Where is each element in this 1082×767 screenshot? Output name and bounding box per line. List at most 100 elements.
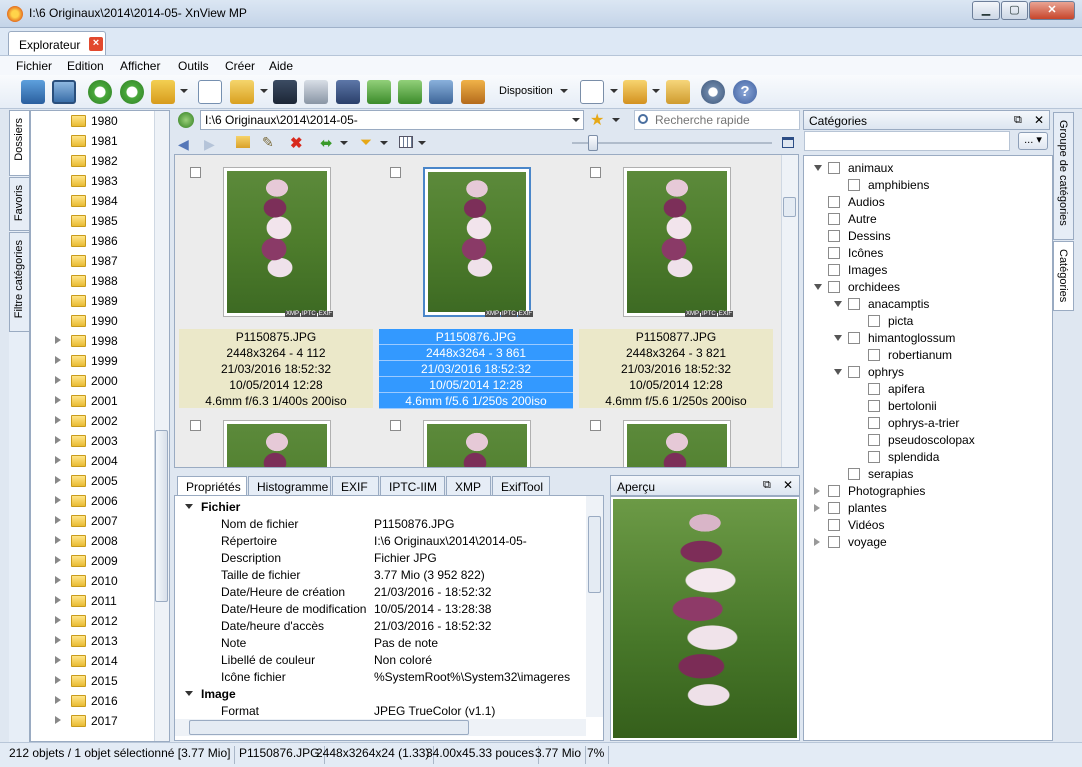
thumbnail-item[interactable]: XMP IPTC EXIF P1150876.JPG 2448x3264 - 3 861… [376, 155, 576, 467]
tab-filtre-categories[interactable]: Filtre catégories [9, 232, 30, 332]
folder-item[interactable]: 1987 [31, 251, 156, 271]
camera-icon[interactable] [429, 80, 453, 104]
category-item[interactable]: picta [868, 312, 1038, 329]
property-row[interactable]: Icône fichier %SystemRoot%\System32\image… [175, 668, 587, 685]
quick-search-input[interactable] [634, 110, 800, 130]
close-panel-icon[interactable]: ✕ [783, 478, 793, 492]
expand-arrow-icon[interactable] [55, 436, 61, 444]
folder-item[interactable]: 1980 [31, 111, 156, 131]
thumbnail-image[interactable] [623, 167, 731, 317]
property-row[interactable]: Taille de fichier 3.77 Mio (3 952 822) [175, 566, 587, 583]
sort-icon[interactable]: ⬌ [320, 134, 333, 152]
float-panel-icon[interactable]: ⧉ [763, 479, 771, 492]
category-item[interactable]: apifera [868, 380, 1038, 397]
menu-edition[interactable]: Edition [67, 59, 104, 73]
chevron-down-icon[interactable] [572, 118, 580, 122]
tab-categories[interactable]: Catégories [1053, 241, 1074, 311]
folder-item[interactable]: 2003 [31, 431, 156, 451]
category-item[interactable]: Dessins [828, 227, 1038, 244]
maximize-view-icon[interactable] [782, 137, 794, 148]
tab-dossiers[interactable]: Dossiers [9, 110, 30, 176]
folder-item[interactable]: 2006 [31, 491, 156, 511]
path-input[interactable] [200, 110, 584, 130]
category-item[interactable]: Photographies [814, 482, 1038, 499]
move-image-icon[interactable] [151, 80, 175, 104]
folder-item[interactable]: 1986 [31, 231, 156, 251]
folder-item[interactable]: 2009 [31, 551, 156, 571]
category-checkbox[interactable] [828, 162, 840, 174]
folder-item[interactable]: 1985 [31, 211, 156, 231]
export-folder-icon[interactable] [230, 80, 254, 104]
menu-fichier[interactable]: Fichier [16, 59, 52, 73]
property-section[interactable]: Fichier [175, 498, 587, 515]
expand-arrow-icon[interactable] [55, 476, 61, 484]
category-checkbox[interactable] [828, 213, 840, 225]
thumbnail-checkbox[interactable] [390, 167, 401, 178]
expand-arrow-icon[interactable] [55, 396, 61, 404]
property-row[interactable]: Libellé de couleur Non coloré [175, 651, 587, 668]
category-checkbox[interactable] [848, 179, 860, 191]
folder-item[interactable]: 2010 [31, 571, 156, 591]
properties-hscroll-thumb[interactable] [189, 720, 469, 735]
expand-arrow-icon[interactable] [55, 616, 61, 624]
collapse-arrow-icon[interactable] [834, 369, 842, 375]
tab-favoris[interactable]: Favoris [9, 177, 30, 231]
collapse-arrow-icon[interactable] [185, 504, 193, 509]
category-item[interactable]: anacamptis [834, 295, 1038, 312]
thumbnail-image[interactable] [423, 167, 531, 317]
folder-item[interactable]: 1981 [31, 131, 156, 151]
category-item[interactable]: plantes [814, 499, 1038, 516]
property-row[interactable]: Date/Heure de création 21/03/2016 - 18:52… [175, 583, 587, 600]
tab-exif[interactable]: EXIF [332, 476, 379, 496]
category-checkbox[interactable] [828, 264, 840, 276]
help-icon[interactable]: ? [733, 80, 757, 104]
folder-item[interactable]: 2015 [31, 671, 156, 691]
chevron-down-icon[interactable] [340, 141, 348, 145]
folder-item[interactable]: 2014 [31, 651, 156, 671]
category-checkbox[interactable] [868, 349, 880, 361]
chevron-down-icon[interactable] [180, 89, 188, 93]
folder-item[interactable]: 2008 [31, 531, 156, 551]
batch-icon[interactable] [398, 80, 422, 104]
thumbnail-image[interactable] [423, 420, 531, 467]
category-checkbox[interactable] [828, 536, 840, 548]
category-checkbox[interactable] [868, 400, 880, 412]
category-checkbox[interactable] [848, 366, 860, 378]
close-window-button[interactable]: ✕ [1029, 1, 1075, 20]
rotate-right-icon[interactable] [120, 80, 144, 104]
expand-arrow-icon[interactable] [814, 504, 820, 512]
close-tab-icon[interactable]: × [89, 37, 103, 51]
tab-xmp[interactable]: XMP [446, 476, 491, 496]
chevron-down-icon[interactable] [260, 89, 268, 93]
forward-arrow-icon[interactable]: ▶ [204, 136, 215, 153]
category-checkbox[interactable] [848, 298, 860, 310]
thumbnail-item[interactable]: XMP IPTC EXIF P1150875.JPG 2448x3264 - 4 112… [176, 155, 376, 467]
category-item[interactable]: Images [828, 261, 1038, 278]
category-item[interactable]: orchidees [814, 278, 1038, 295]
collapse-arrow-icon[interactable] [814, 284, 822, 290]
tab-histogramme[interactable]: Histogramme [248, 476, 331, 496]
scan-icon[interactable] [336, 80, 360, 104]
expand-arrow-icon[interactable] [55, 496, 61, 504]
thumbnail-checkbox[interactable] [190, 420, 201, 431]
back-arrow-icon[interactable]: ◀ [178, 136, 189, 153]
category-item[interactable]: himantoglossum [834, 329, 1038, 346]
folder-item[interactable]: 2013 [31, 631, 156, 651]
folder-item[interactable]: 1999 [31, 351, 156, 371]
slideshow-icon[interactable] [461, 80, 485, 104]
star-icon[interactable]: ★ [590, 110, 604, 130]
folder-item[interactable]: 2000 [31, 371, 156, 391]
expand-arrow-icon[interactable] [55, 416, 61, 424]
rotate-left-icon[interactable] [88, 80, 112, 104]
refresh-icon[interactable] [178, 112, 194, 128]
thumbnail-checkbox[interactable] [190, 167, 201, 178]
tab-propri-t-s[interactable]: Propriétés [177, 476, 247, 496]
expand-arrow-icon[interactable] [55, 696, 61, 704]
expand-arrow-icon[interactable] [55, 576, 61, 584]
expand-arrow-icon[interactable] [55, 596, 61, 604]
expand-arrow-icon[interactable] [55, 336, 61, 344]
category-search-input[interactable] [804, 131, 1010, 151]
compare-icon[interactable] [580, 80, 604, 104]
expand-arrow-icon[interactable] [55, 516, 61, 524]
tab-exiftool[interactable]: ExifTool [492, 476, 550, 496]
